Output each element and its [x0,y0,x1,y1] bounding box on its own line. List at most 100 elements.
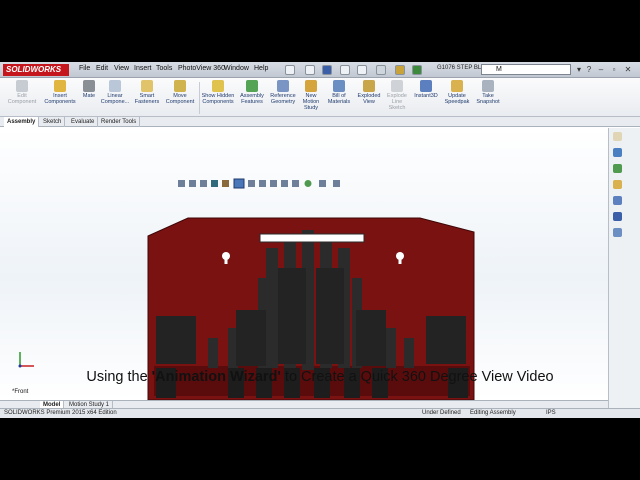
graphics-canvas [147,178,475,400]
explode-line-sketch-button[interactable]: Explode Line Sketch [384,80,410,111]
section-view-icon [211,180,218,187]
display-style-icon [248,180,255,187]
solidworks-resources-icon[interactable] [613,132,622,141]
smart-fasteners-button[interactable]: Smart Fasteners [133,80,161,105]
apply-scene-icon [281,180,288,187]
appearances-icon[interactable] [613,196,622,205]
search-input[interactable]: M [481,64,571,75]
insert-components-icon [54,80,66,92]
dynamic-annotation-icon [222,180,229,187]
menu-help[interactable]: Help [254,65,268,72]
edit-appearance-icon [270,180,277,187]
show-hidden-button[interactable]: Show Hidden Components [201,80,235,105]
file-properties-icon[interactable] [412,65,422,75]
caption-highlight: 'Animation Wizard' [151,369,281,385]
mate-button[interactable]: Mate [80,80,98,99]
menu-insert[interactable]: Insert [134,65,152,72]
take-snapshot-button[interactable]: Take Snapshot [473,80,503,105]
tab-sketch[interactable]: Sketch [40,117,66,127]
status-units[interactable]: IPS [546,409,556,418]
select-icon[interactable] [376,65,386,75]
heads-up-view-toolbar [178,178,340,189]
task-pane [608,128,640,408]
tab-render-tools[interactable]: Render Tools [98,117,141,127]
graphics-area[interactable] [0,128,608,400]
save-icon[interactable] [322,65,332,75]
view-orientation-icon [233,178,245,189]
close-icon[interactable]: ✕ [623,65,633,75]
update-speedpak-button[interactable]: Update Speedpak [443,80,471,105]
rebuild-icon[interactable] [395,65,405,75]
status-definition: Under Defined [422,410,461,416]
orientation-triad-icon [18,352,34,368]
assembly-features-button[interactable]: Assembly Features [237,80,267,105]
instant3d-icon [420,80,432,92]
menu-edit[interactable]: Edit [96,65,108,72]
move-component-icon [174,80,186,92]
menu-tools[interactable]: Tools [156,65,172,72]
undo-icon[interactable] [357,65,367,75]
minimize-icon[interactable]: – [596,65,606,75]
previous-view-icon [200,180,207,187]
edit-component-icon [16,80,28,92]
edit-component-button[interactable]: Edit Component [4,80,40,105]
view-settings-icon [292,180,299,187]
model-tabs: Model Motion Study 1 [0,400,608,409]
title-bar: SOLIDWORKS File Edit View Insert Tools P… [0,62,640,78]
menu-photoview[interactable]: PhotoView 360 [178,65,225,72]
motion-study-icon [305,80,317,92]
solidworks-window: SOLIDWORKS File Edit View Insert Tools P… [0,62,640,418]
open-icon[interactable] [305,65,315,75]
new-motion-study-button[interactable]: New Motion Study [299,80,323,111]
render-tools-icon [319,180,326,187]
exploded-view-button[interactable]: Exploded View [355,80,383,105]
print-icon[interactable] [340,65,350,75]
assembly-features-icon [246,80,258,92]
zoom-area-icon [189,180,196,187]
bill-of-materials-button[interactable]: Bill of Materials [325,80,353,105]
tab-assembly[interactable]: Assembly [4,117,40,127]
command-tabs: Assembly Sketch Evaluate Render Tools [0,117,640,127]
restore-icon[interactable]: ▫ [609,65,619,75]
caption-prefix: Using the [86,369,152,385]
command-manager: Edit Component Insert Components Mate Li… [0,78,640,117]
view-orientation-label: *Front [12,389,29,395]
help-icon[interactable]: ? [584,65,594,75]
explode-line-icon [391,80,403,92]
document-title: G1076 STEP BL... [437,65,487,71]
instant3d-button[interactable]: Instant3D [411,80,441,99]
custom-properties-icon[interactable] [613,212,622,221]
zoom-to-fit-icon [178,180,185,187]
status-edition: SOLIDWORKS Premium 2015 x64 Edition [4,410,117,416]
reference-geometry-icon [277,80,289,92]
smart-fasteners-icon [141,80,153,92]
menu-window[interactable]: Window [224,65,249,72]
solidworks-forum-icon[interactable] [613,228,622,237]
solidworks-logo: SOLIDWORKS [3,64,69,76]
search-dropdown-icon[interactable]: ▾ [574,65,584,75]
new-document-icon[interactable] [285,65,295,75]
linear-pattern-icon [109,80,121,92]
video-caption: Using the 'Animation Wizard' to Create a… [0,369,640,385]
file-explorer-icon[interactable] [613,164,622,173]
menu-view[interactable]: View [114,65,129,72]
appearance-icon [304,180,312,187]
design-library-icon[interactable] [613,148,622,157]
display-pane-icon [333,180,340,187]
menu-file[interactable]: File [79,65,90,72]
move-component-button[interactable]: Move Component [163,80,197,105]
toolbar-separator [199,82,200,114]
mate-icon [83,80,95,92]
status-mode: Editing Assembly [470,410,516,416]
reference-geometry-button[interactable]: Reference Geometry [268,80,298,105]
hide-show-icon [259,180,266,187]
caption-suffix: to Create a Quick 360 Degree View Video [280,369,554,385]
view-palette-icon[interactable] [613,180,622,189]
speedpak-icon [451,80,463,92]
insert-components-button[interactable]: Insert Components [42,80,78,105]
stud-clip [259,233,365,243]
exploded-view-icon [363,80,375,92]
tab-evaluate[interactable]: Evaluate [68,117,99,127]
bom-icon [333,80,345,92]
linear-pattern-button[interactable]: Linear Compone... [100,80,130,105]
